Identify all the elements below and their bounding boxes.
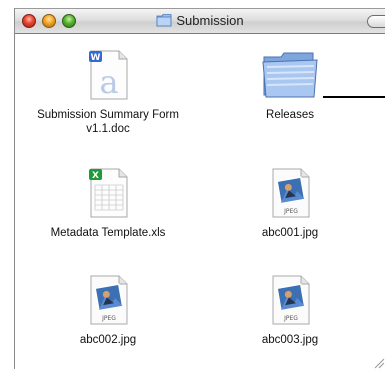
callout-line [323, 96, 385, 98]
folder-label: Releases [266, 109, 314, 121]
file-item-abc003[interactable]: JPEG abc003.jpg [205, 274, 375, 347]
svg-text:W: W [91, 53, 101, 63]
jpeg-file-icon: JPEG [272, 168, 310, 218]
icon-view: W a Submission Summary Form v1.1.doc Rel… [15, 34, 385, 369]
file-item-submission-summary[interactable]: W a Submission Summary Form v1.1.doc [23, 49, 193, 136]
folder-icon [262, 52, 318, 98]
svg-text:JPEG: JPEG [283, 315, 298, 322]
window-title-text: Submission [176, 13, 244, 28]
resize-grip-icon[interactable] [371, 355, 385, 369]
svg-text:a: a [99, 63, 118, 101]
finder-window: Submission W a Submission Summary Form v… [14, 8, 385, 369]
jpeg-file-icon: JPEG [90, 275, 128, 325]
window-title: Submission [15, 13, 385, 28]
folder-icon [156, 14, 172, 27]
file-item-abc001[interactable]: JPEG abc001.jpg [205, 167, 375, 240]
file-label: abc001.jpg [261, 227, 319, 239]
file-item-abc002[interactable]: JPEG abc002.jpg [23, 274, 193, 347]
svg-text:JPEG: JPEG [101, 315, 116, 322]
word-document-icon: W a [89, 50, 128, 101]
file-item-metadata-template[interactable]: X Metadata Template.xls [23, 167, 193, 240]
excel-spreadsheet-icon: X [89, 168, 128, 218]
svg-text:X: X [92, 171, 99, 181]
title-bar[interactable]: Submission [15, 9, 385, 34]
jpeg-file-icon: JPEG [272, 275, 310, 325]
file-label: Submission Summary Form v1.1.doc [37, 109, 179, 135]
file-label: abc003.jpg [261, 334, 319, 346]
toolbar-toggle-button[interactable] [367, 15, 385, 28]
file-label: abc002.jpg [79, 334, 137, 346]
svg-text:JPEG: JPEG [283, 208, 298, 215]
folder-item-releases[interactable]: Releases [205, 49, 375, 122]
file-label: Metadata Template.xls [50, 227, 166, 239]
